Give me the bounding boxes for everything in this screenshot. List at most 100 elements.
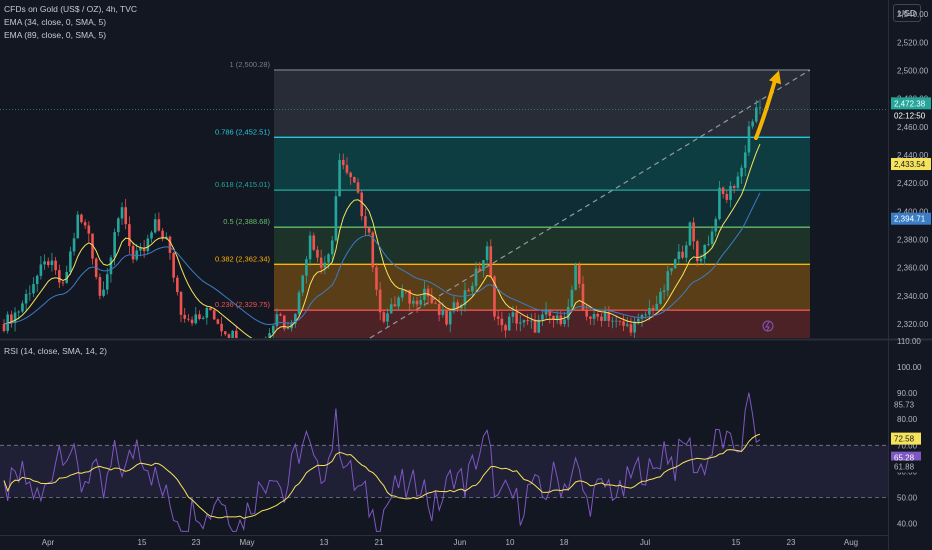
candle[interactable]: [312, 235, 316, 250]
candle[interactable]: [710, 231, 714, 244]
candle[interactable]: [261, 344, 264, 348]
candle[interactable]: [386, 313, 389, 322]
candle[interactable]: [2, 323, 6, 331]
candle[interactable]: [382, 312, 386, 322]
candle[interactable]: [109, 257, 113, 275]
candle[interactable]: [338, 159, 341, 197]
candle[interactable]: [544, 309, 548, 315]
candle[interactable]: [618, 320, 622, 322]
candle[interactable]: [662, 290, 666, 292]
candle[interactable]: [707, 243, 710, 245]
candle[interactable]: [489, 246, 493, 277]
candle[interactable]: [736, 176, 740, 188]
candle[interactable]: [327, 254, 330, 263]
candle[interactable]: [637, 318, 640, 322]
candle[interactable]: [271, 325, 275, 334]
candle[interactable]: [729, 185, 732, 200]
candle[interactable]: [46, 261, 50, 266]
candle[interactable]: [659, 291, 662, 304]
candle[interactable]: [231, 330, 234, 338]
candle[interactable]: [319, 257, 323, 268]
candle[interactable]: [349, 172, 352, 178]
candle[interactable]: [257, 348, 260, 351]
candle[interactable]: [69, 251, 72, 273]
candle[interactable]: [485, 246, 489, 261]
candle[interactable]: [515, 312, 518, 324]
candle[interactable]: [235, 330, 238, 345]
candle[interactable]: [666, 271, 670, 291]
candle[interactable]: [80, 214, 83, 223]
candle[interactable]: [688, 222, 692, 246]
candle[interactable]: [172, 252, 175, 278]
candle[interactable]: [367, 228, 371, 233]
candle[interactable]: [692, 222, 695, 242]
candle[interactable]: [651, 307, 655, 311]
candle[interactable]: [589, 316, 592, 319]
candle[interactable]: [316, 249, 319, 258]
candle[interactable]: [13, 312, 17, 324]
candle[interactable]: [253, 351, 256, 352]
candle[interactable]: [471, 285, 474, 292]
candle[interactable]: [644, 314, 647, 316]
candle[interactable]: [614, 320, 618, 322]
candle[interactable]: [98, 277, 102, 296]
candle[interactable]: [187, 318, 190, 320]
candle[interactable]: [673, 259, 677, 269]
candle[interactable]: [239, 345, 242, 347]
candle[interactable]: [87, 225, 91, 234]
candle[interactable]: [250, 345, 253, 351]
candle[interactable]: [452, 302, 456, 312]
candle[interactable]: [176, 277, 179, 293]
candle[interactable]: [308, 235, 312, 260]
candle[interactable]: [334, 196, 338, 241]
candle[interactable]: [83, 222, 87, 226]
candle[interactable]: [212, 310, 216, 320]
candle[interactable]: [113, 232, 116, 258]
candle[interactable]: [747, 126, 751, 153]
candle[interactable]: [611, 320, 614, 322]
candle[interactable]: [526, 320, 529, 322]
candle[interactable]: [21, 303, 24, 312]
candle[interactable]: [478, 268, 482, 271]
candle[interactable]: [297, 292, 301, 314]
candle[interactable]: [596, 313, 600, 317]
candle[interactable]: [194, 314, 198, 324]
candle[interactable]: [227, 334, 231, 338]
candle[interactable]: [72, 238, 76, 252]
candle[interactable]: [625, 324, 629, 326]
candle[interactable]: [740, 167, 743, 177]
candle[interactable]: [146, 238, 150, 252]
candle[interactable]: [670, 268, 673, 272]
candle[interactable]: [323, 262, 327, 268]
candle[interactable]: [681, 251, 684, 258]
candle[interactable]: [190, 319, 194, 324]
candle[interactable]: [684, 245, 688, 258]
candle[interactable]: [633, 321, 636, 333]
candle[interactable]: [102, 289, 105, 296]
candle[interactable]: [585, 309, 588, 317]
candle[interactable]: [570, 289, 574, 307]
candle[interactable]: [223, 331, 227, 335]
candle[interactable]: [32, 284, 35, 294]
candle[interactable]: [533, 320, 537, 333]
candle[interactable]: [703, 244, 706, 259]
candle[interactable]: [441, 310, 445, 315]
candle[interactable]: [577, 264, 581, 284]
candle[interactable]: [28, 293, 32, 295]
candle[interactable]: [242, 348, 245, 351]
candle[interactable]: [150, 232, 153, 239]
candle[interactable]: [153, 219, 157, 233]
candle[interactable]: [537, 319, 541, 333]
candle[interactable]: [563, 319, 566, 325]
candle[interactable]: [341, 159, 345, 166]
candle[interactable]: [603, 312, 607, 321]
candle[interactable]: [209, 307, 212, 311]
candle[interactable]: [345, 165, 349, 173]
candle[interactable]: [364, 216, 367, 229]
candle[interactable]: [445, 310, 448, 325]
candle[interactable]: [419, 300, 423, 305]
candle[interactable]: [24, 293, 28, 304]
candle[interactable]: [725, 193, 729, 200]
candle[interactable]: [279, 314, 282, 316]
candle[interactable]: [58, 270, 61, 283]
